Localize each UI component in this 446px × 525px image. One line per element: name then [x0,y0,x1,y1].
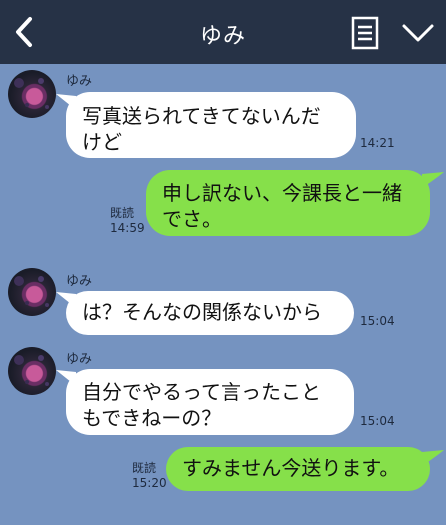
sender-name: ゆみ [66,274,93,289]
chevron-down-icon [402,24,434,42]
notes-button[interactable] [350,15,380,51]
bubble-tail [422,450,444,466]
collapse-button[interactable] [400,20,436,46]
message-text: すみません今送ります。 [182,456,400,480]
sender-name: ゆみ [66,352,93,367]
message-time: 15:20 [132,476,167,490]
message-text: でさ。 [162,207,222,231]
message-bubble[interactable]: 自分でやるって言ったこと もできねーの？ [66,369,354,435]
message-time: 14:59 [110,221,145,235]
notes-icon [351,16,379,50]
read-receipt: 既読 [110,206,135,220]
message-text: は？そんなの関係ないから [82,300,322,324]
message-bubble[interactable]: は？そんなの関係ないから [66,291,354,335]
message-time: 15:04 [360,414,395,428]
avatar[interactable] [8,268,56,316]
bubble-tail [422,172,444,188]
message-bubble[interactable]: 申し訳ない、今課長と一緒 でさ。 [146,170,430,236]
avatar[interactable] [8,70,56,118]
message-bubble[interactable]: 写真送られてきてないんだ けど [66,92,356,158]
message-time: 15:04 [360,314,395,328]
message-bubble[interactable]: すみません今送ります。 [166,447,430,491]
message-text: 申し訳ない、今課長と一緒 [162,181,402,205]
sender-name: ゆみ [66,74,93,89]
message-text: 写真送られてきてないんだ [82,104,321,128]
message-time: 14:21 [360,136,395,150]
read-receipt: 既読 [132,461,157,475]
chat-header: ゆみ [0,0,446,64]
avatar[interactable] [8,347,56,395]
message-text: もできねーの？ [82,406,222,430]
message-text: けど [82,130,122,154]
chat-screen: ゆみ ゆみ 写真送られてきてないんだ けど 14:21 既読 14:59 申し訳… [0,0,446,525]
message-text: 自分でやるって言ったこと [82,380,321,404]
